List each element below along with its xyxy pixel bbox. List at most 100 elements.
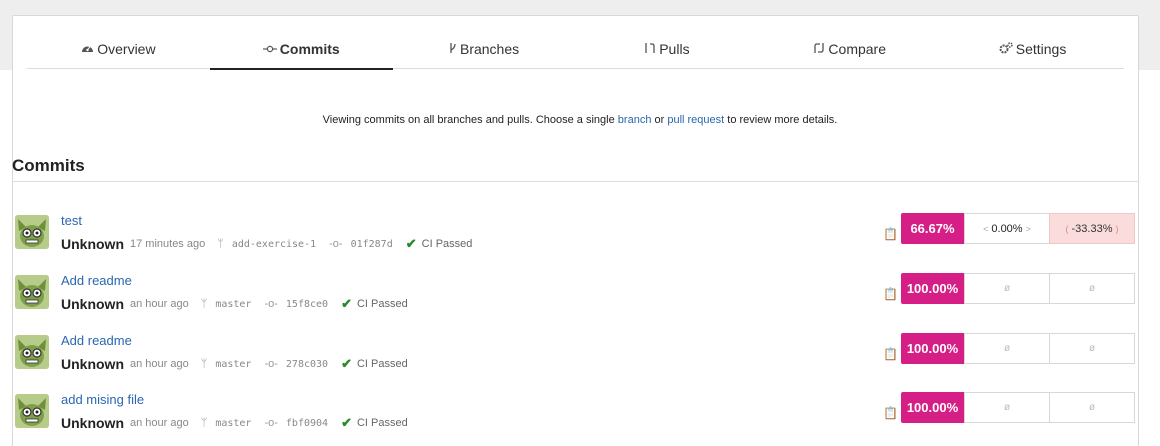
tab-pulls[interactable]: Pulls [575, 30, 758, 68]
check-icon: ✔ [341, 356, 352, 371]
tab-label: Commits [279, 41, 340, 57]
branch-icon [449, 42, 457, 57]
commit-branch[interactable]: master [215, 299, 251, 310]
arrow-right-icon: > [1025, 223, 1031, 234]
commit-row: Add readme Unknown an hour ago ᛘ master … [15, 273, 1140, 323]
ci-status: CI Passed [356, 417, 408, 429]
tab-compare[interactable]: Compare [758, 30, 941, 68]
divider [12, 181, 1139, 182]
tab-settings[interactable]: Settings [941, 30, 1124, 68]
commit-icon [262, 42, 277, 56]
commit-meta: Unknown 17 minutes ago ᛘ add-exercise-1 … [61, 236, 472, 252]
coverage-badge[interactable]: 100.00% [901, 392, 964, 423]
commit-meta: Unknown an hour ago ᛘ master -o- 15f8ce0… [61, 296, 408, 312]
commit-title[interactable]: test [61, 213, 82, 228]
commit-row: add mising file Unknown an hour ago ᛘ ma… [15, 392, 1140, 442]
arrow-left-icon: < [983, 223, 989, 234]
commit-title[interactable]: Add readme [61, 273, 132, 288]
branch-icon: ᛘ [200, 417, 208, 429]
coverage-diff-value: ø [1003, 343, 1011, 354]
clipboard-icon[interactable]: 📋 [883, 347, 898, 361]
coverage-change-value: ø [1088, 343, 1096, 354]
avatar [15, 335, 49, 369]
commit-time: an hour ago [130, 358, 189, 370]
commit-icon: -o- [329, 238, 343, 250]
commit-meta: Unknown an hour ago ᛘ master -o- fbf0904… [61, 415, 408, 431]
commit-author: Unknown [61, 296, 124, 312]
paren-left-icon: ( [1065, 223, 1069, 234]
tab-label: Compare [828, 41, 887, 57]
commit-author: Unknown [61, 356, 124, 372]
avatar [15, 215, 49, 249]
tab-label: Branches [459, 41, 520, 57]
coverage-change: ø [1049, 392, 1135, 423]
check-icon: ✔ [341, 415, 352, 430]
tab-bar: Overview Commits Branches Pulls Compare … [27, 30, 1124, 70]
commit-time: an hour ago [130, 298, 189, 310]
commit-title[interactable]: Add readme [61, 333, 132, 348]
branch-link[interactable]: branch [618, 114, 652, 126]
branch-icon: ᛘ [200, 358, 208, 370]
paren-right-icon: ) [1115, 223, 1119, 234]
tab-label: Settings [1015, 41, 1067, 57]
avatar [15, 275, 49, 309]
page-title: Commits [12, 156, 85, 175]
commit-icon: -o- [264, 358, 278, 370]
clipboard-icon[interactable]: 📋 [883, 287, 898, 301]
tab-label: Pulls [659, 41, 690, 57]
commit-branch[interactable]: master [215, 359, 251, 370]
ci-status: CI Passed [356, 298, 408, 310]
avatar [15, 394, 49, 428]
coverage-badge[interactable]: 100.00% [901, 333, 964, 364]
tab-branches[interactable]: Branches [393, 30, 576, 68]
coverage-badge[interactable]: 100.00% [901, 273, 964, 304]
coverage-change: ø [1049, 333, 1135, 364]
dashboard-icon [81, 42, 94, 56]
commit-row: Add readme Unknown an hour ago ᛘ master … [15, 333, 1140, 383]
tab-label: Overview [97, 41, 156, 57]
pull-request-link[interactable]: pull request [667, 114, 724, 126]
commit-sha[interactable]: fbf0904 [286, 418, 328, 429]
commit-icon: -o- [264, 417, 278, 429]
check-icon: ✔ [405, 236, 417, 251]
coverage-diff-value: ø [1003, 283, 1011, 294]
clipboard-icon[interactable]: 📋 [883, 406, 898, 420]
commit-row: test Unknown 17 minutes ago ᛘ add-exerci… [15, 213, 1140, 263]
info-message: Viewing commits on all branches and pull… [322, 114, 838, 126]
coverage-badge[interactable]: 66.67% [901, 213, 964, 244]
commit-time: 17 minutes ago [130, 238, 206, 250]
commit-title[interactable]: add mising file [61, 392, 144, 407]
compare-icon [813, 42, 825, 57]
coverage-change-value: ø [1088, 283, 1096, 294]
commit-icon: -o- [264, 298, 278, 310]
commit-branch[interactable]: add-exercise-1 [232, 239, 316, 250]
coverage-change-value: ø [1088, 402, 1096, 413]
commit-author: Unknown [61, 236, 124, 252]
commit-time: an hour ago [130, 417, 189, 429]
ci-status: CI Passed [356, 358, 408, 370]
coverage-diff: ø [964, 273, 1050, 304]
tab-commits[interactable]: Commits [209, 30, 393, 70]
gear-icon [999, 41, 1013, 57]
ci-status: CI Passed [421, 238, 473, 250]
coverage-diff: ø [964, 392, 1050, 423]
commit-sha[interactable]: 278c030 [286, 359, 328, 370]
clipboard-icon[interactable]: 📋 [883, 227, 898, 241]
commit-sha[interactable]: 01f287d [351, 239, 393, 250]
commit-author: Unknown [61, 415, 124, 431]
coverage-diff: <0.00% > [964, 213, 1050, 244]
branch-icon: ᛘ [200, 298, 208, 310]
commit-meta: Unknown an hour ago ᛘ master -o- 278c030… [61, 356, 408, 372]
coverage-diff-value: 0.00% [991, 222, 1023, 235]
coverage-change: (-33.33%) [1049, 213, 1135, 244]
commit-sha[interactable]: 15f8ce0 [286, 299, 328, 310]
commit-branch[interactable]: master [215, 418, 251, 429]
check-icon: ✔ [341, 296, 352, 311]
branch-icon: ᛘ [217, 238, 224, 250]
coverage-diff-value: ø [1003, 402, 1011, 413]
pull-request-icon [644, 42, 656, 57]
tab-overview[interactable]: Overview [27, 30, 210, 68]
coverage-change: ø [1049, 273, 1135, 304]
coverage-diff: ø [964, 333, 1050, 364]
coverage-change-value: -33.33% [1071, 222, 1113, 235]
